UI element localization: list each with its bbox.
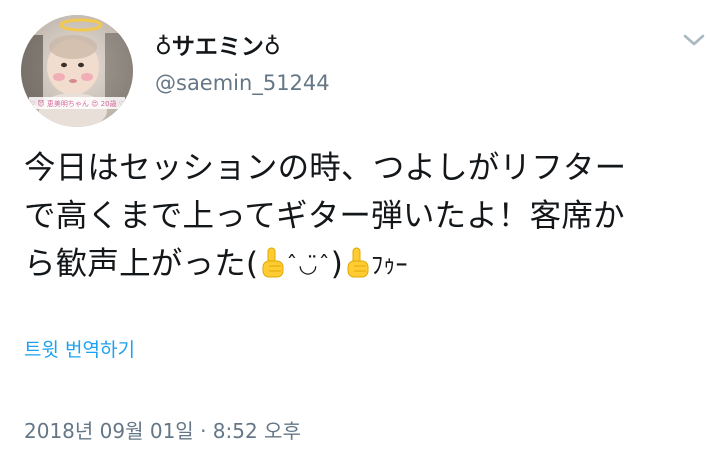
point-up-icon: [343, 246, 371, 280]
user-handle[interactable]: @saemin_51244: [155, 73, 330, 94]
tweet-text: 今日はセッションの時、つよしがリフター で高くまで上ってギター弾いたよ！客席か …: [24, 144, 704, 290]
translate-tweet-link[interactable]: 트윗 번역하기: [24, 341, 135, 360]
point-up-icon: [258, 246, 286, 280]
tweet-card: ♡ 😈 恵美明ちゃん 😍 20歳 ♡ ♁サエミン♁ @saemin_51244 …: [0, 0, 720, 459]
chevron-down-icon[interactable]: [682, 32, 706, 48]
tweet-text-line-3-close: ): [330, 246, 344, 282]
kaomoji-face: ˆ◡̈ˆ: [286, 253, 331, 278]
tweet-text-line-2: で高くまで上ってギター弾いたよ！客席か: [24, 198, 625, 234]
avatar-banner-text: ♡ 😈 恵美明ちゃん 😍 20歳 ♡: [29, 99, 125, 108]
display-name[interactable]: ♁サエミン♁: [155, 36, 281, 59]
tweet-text-line-3: ら歓声上がった( ˆ◡̈ˆ) ﾌｩｰ: [24, 240, 704, 290]
tweet-text-line-3-suffix: ﾌｩｰ: [371, 251, 408, 279]
tweet-text-line-1: 今日はセッションの時、つよしがリフター: [24, 150, 627, 186]
avatar[interactable]: ♡ 😈 恵美明ちゃん 😍 20歳 ♡: [21, 15, 133, 127]
avatar-image: ♡ 😈 恵美明ちゃん 😍 20歳 ♡: [21, 15, 133, 127]
tweet-timestamp[interactable]: 2018년 09월 01일 · 8:52 오후: [24, 421, 301, 441]
tweet-text-line-3-prefix: ら歓声上がった(: [24, 246, 259, 282]
